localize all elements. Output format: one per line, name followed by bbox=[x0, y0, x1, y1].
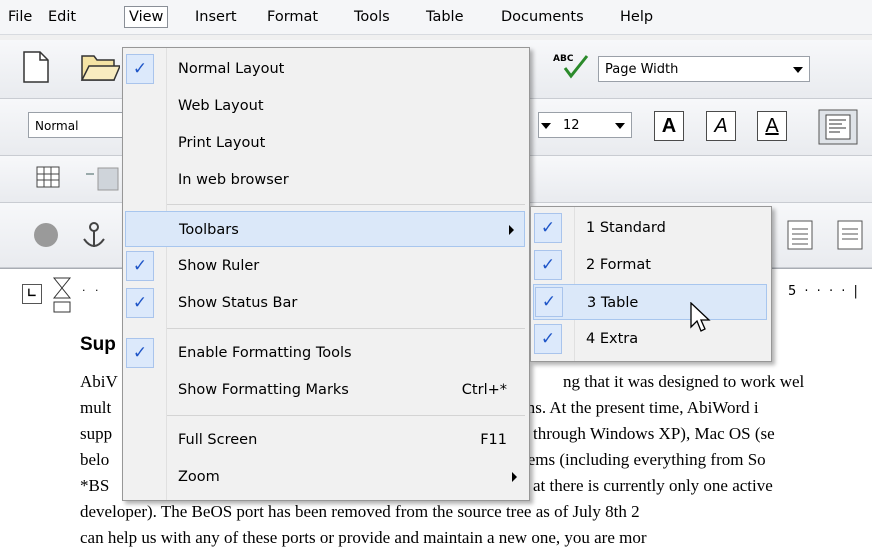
doc-line-left: belo bbox=[80, 450, 110, 469]
mouse-cursor-icon bbox=[690, 302, 711, 332]
menu-edit[interactable]: Edit bbox=[44, 7, 80, 27]
menu-separator bbox=[167, 204, 525, 205]
checkmark-icon: ✓ bbox=[534, 213, 562, 243]
bold-button[interactable]: A bbox=[654, 111, 684, 141]
checkmark-icon: ✓ bbox=[535, 287, 563, 317]
menu-view[interactable]: View bbox=[124, 6, 169, 28]
menu-separator bbox=[167, 415, 525, 416]
underline-button[interactable]: A bbox=[757, 111, 787, 141]
style-value: Normal bbox=[35, 119, 79, 133]
chevron-down-icon bbox=[541, 123, 551, 129]
italic-button[interactable]: A bbox=[706, 111, 736, 141]
menu-item-web-layout[interactable]: Web Layout bbox=[123, 88, 529, 124]
menu-item-in-web-browser[interactable]: In web browser bbox=[123, 162, 529, 198]
checkmark-icon: ✓ bbox=[534, 324, 562, 354]
checkmark-icon: ✓ bbox=[126, 288, 154, 318]
menu-item-show-status-bar[interactable]: ✓ Show Status Bar bbox=[123, 285, 529, 321]
indent-marker-icon[interactable] bbox=[50, 276, 76, 322]
zoom-value: Page Width bbox=[605, 62, 679, 77]
doc-heading: Sup bbox=[80, 334, 116, 355]
tab-stop-selector[interactable]: ∟ bbox=[22, 284, 42, 304]
menu-item-show-formatting-marks[interactable]: Show Formatting Marks Ctrl+* bbox=[123, 372, 529, 408]
doc-line-left: AbiV bbox=[80, 372, 118, 391]
ruler-ticks-left: · · bbox=[82, 284, 102, 297]
open-folder-icon[interactable] bbox=[80, 52, 120, 82]
menu-item-enable-formatting-tools[interactable]: ✓ Enable Formatting Tools bbox=[123, 335, 529, 371]
page-number-icon[interactable] bbox=[786, 219, 816, 251]
checkmark-icon: ✓ bbox=[126, 54, 154, 84]
submenu-arrow-icon bbox=[509, 225, 514, 235]
menu-item-print-layout[interactable]: Print Layout bbox=[123, 125, 529, 161]
submenu-item-format[interactable]: ✓ 2 Format bbox=[531, 247, 771, 283]
merge-cells-icon[interactable] bbox=[84, 166, 124, 192]
doc-line-right: tems (including everything from So bbox=[523, 450, 766, 469]
menu-table[interactable]: Table bbox=[422, 7, 468, 27]
menu-bar: File Edit View Insert Format Tools Table… bbox=[0, 0, 872, 35]
checkmark-icon: ✓ bbox=[126, 338, 154, 368]
style-combo[interactable]: Normal bbox=[28, 112, 128, 138]
doc-line-right: ms. At the present time, AbiWord i bbox=[522, 398, 759, 417]
zoom-combo[interactable]: Page Width bbox=[598, 56, 810, 82]
menu-item-show-ruler[interactable]: ✓ Show Ruler bbox=[123, 248, 529, 284]
chevron-down-icon bbox=[793, 67, 803, 73]
toolbars-submenu: ✓ 1 Standard ✓ 2 Format ✓ 3 Table ✓ 4 Ex… bbox=[530, 206, 772, 362]
doc-line-right: ng that it was designed to work wel bbox=[563, 372, 805, 391]
spellcheck-icon[interactable]: ABC bbox=[553, 50, 593, 80]
menu-item-full-screen[interactable]: Full Screen F11 bbox=[123, 422, 529, 458]
chevron-down-icon bbox=[615, 123, 625, 129]
font-size-value: 12 bbox=[563, 118, 580, 133]
doc-line: can help us with any of these ports or p… bbox=[80, 528, 647, 547]
submenu-item-extra[interactable]: ✓ 4 Extra bbox=[531, 321, 771, 357]
new-document-icon[interactable] bbox=[20, 50, 52, 84]
doc-line-left: supp bbox=[80, 424, 113, 443]
ruler-mark: 5 · · · · | bbox=[788, 284, 860, 299]
submenu-item-standard[interactable]: ✓ 1 Standard bbox=[531, 210, 771, 246]
doc-line: developer). The BeOS port has been remov… bbox=[80, 502, 640, 521]
checkmark-icon: ✓ bbox=[534, 250, 562, 280]
menu-separator bbox=[167, 328, 525, 329]
record-icon[interactable] bbox=[32, 221, 62, 251]
view-menu: ✓ Normal Layout Web Layout Print Layout … bbox=[122, 47, 530, 501]
svg-text:ABC: ABC bbox=[553, 54, 574, 64]
menu-item-zoom[interactable]: Zoom bbox=[123, 459, 529, 495]
menu-tools[interactable]: Tools bbox=[350, 7, 394, 27]
doc-line-left: mult bbox=[80, 398, 112, 417]
menu-item-toolbars[interactable]: Toolbars bbox=[125, 211, 525, 247]
shortcut-label: F11 bbox=[480, 432, 507, 448]
anchor-icon[interactable] bbox=[80, 219, 116, 251]
submenu-arrow-icon bbox=[512, 472, 517, 482]
menu-item-normal-layout[interactable]: ✓ Normal Layout bbox=[123, 51, 529, 87]
header-footer-icon[interactable] bbox=[836, 219, 872, 251]
menu-insert[interactable]: Insert bbox=[191, 7, 241, 27]
menu-help[interactable]: Help bbox=[616, 7, 657, 27]
checkmark-icon: ✓ bbox=[126, 251, 154, 281]
doc-line-right: at there is currently only one active bbox=[533, 476, 773, 495]
doc-line-right: through Windows XP), Mac OS (se bbox=[533, 424, 775, 443]
align-left-icon[interactable] bbox=[818, 109, 858, 145]
menu-format[interactable]: Format bbox=[263, 7, 322, 27]
insert-table-icon[interactable] bbox=[36, 166, 62, 190]
menu-file[interactable]: File bbox=[4, 7, 36, 27]
font-size-combo[interactable]: 12 bbox=[538, 112, 632, 138]
doc-line-left: *BS bbox=[80, 476, 110, 495]
menu-documents[interactable]: Documents bbox=[497, 7, 588, 27]
submenu-item-table[interactable]: ✓ 3 Table bbox=[533, 284, 767, 320]
shortcut-label: Ctrl+* bbox=[461, 382, 507, 398]
